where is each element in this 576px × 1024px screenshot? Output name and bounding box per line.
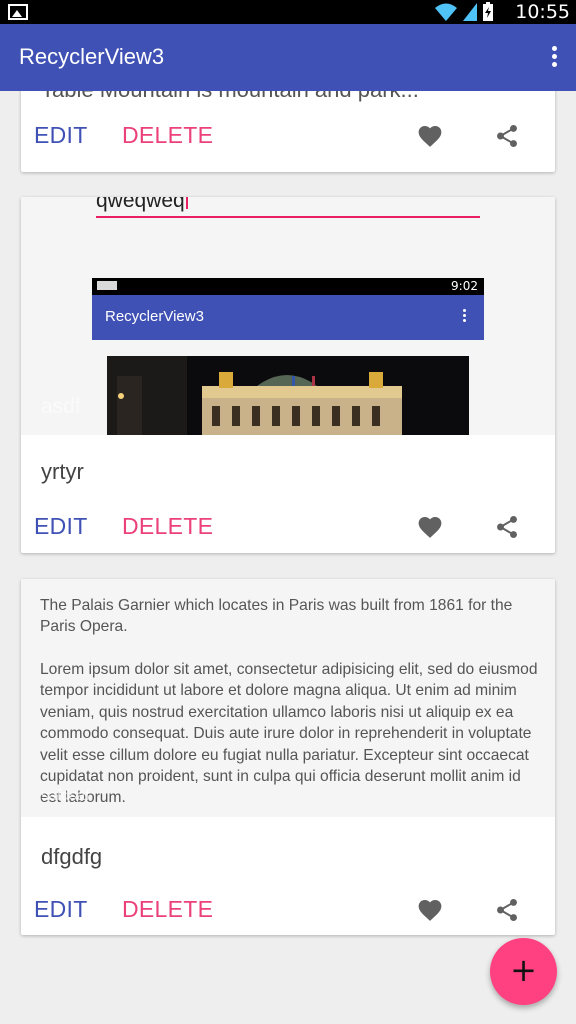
more-vert-icon <box>463 309 467 324</box>
card-actions: EDIT DELETE <box>21 886 555 935</box>
card-actions: EDIT DELETE <box>21 503 555 553</box>
signal-icon <box>463 3 477 21</box>
list-card: Table Mountain is mountain and park... E… <box>21 91 555 172</box>
embedded-screenshot: 9:02 RecyclerView3 <box>92 278 484 435</box>
list-card: qweqweq 9:02 RecyclerView3 asdf yrtyr ED… <box>21 197 555 553</box>
share-icon[interactable] <box>494 514 520 540</box>
heart-icon[interactable] <box>417 898 443 922</box>
card-title: yrtyr <box>41 459 84 484</box>
add-fab-button[interactable]: + <box>490 938 557 1005</box>
recycler-list[interactable]: Table Mountain is mountain and park... E… <box>0 91 576 1024</box>
add-icon: + <box>510 951 537 989</box>
wifi-icon <box>435 3 457 21</box>
delete-button[interactable]: DELETE <box>122 122 213 149</box>
card-text-image: The Palais Garnier which locates in Pari… <box>21 579 555 817</box>
status-bar: 10:55 <box>0 0 576 24</box>
heart-icon[interactable] <box>417 124 443 148</box>
app-bar: RecyclerView3 <box>0 24 576 91</box>
palais-garnier-photo <box>107 356 469 435</box>
delete-button[interactable]: DELETE <box>122 896 213 923</box>
card-actions: EDIT DELETE <box>21 112 555 162</box>
status-icons <box>434 2 494 22</box>
screenshot-app-bar: RecyclerView3 <box>92 295 484 340</box>
battery-icon <box>483 2 493 21</box>
gallery-notification-icon <box>8 4 28 20</box>
more-vert-icon[interactable] <box>550 46 558 68</box>
edit-button[interactable]: EDIT <box>34 896 88 923</box>
app-title: RecyclerView3 <box>19 44 165 69</box>
edit-button[interactable]: EDIT <box>34 513 88 540</box>
card-description: Table Mountain is mountain and park... <box>41 91 419 103</box>
screenshot-title: RecyclerView3 <box>105 308 204 325</box>
text-underline <box>96 216 480 218</box>
delete-button[interactable]: DELETE <box>122 513 213 540</box>
image-overlay-text: asdf <box>41 395 81 418</box>
list-card: The Palais Garnier which locates in Pari… <box>21 579 555 935</box>
share-icon[interactable] <box>494 897 520 923</box>
typed-text: qweqweq <box>96 197 188 213</box>
status-time: 10:55 <box>515 1 570 23</box>
screenshot-time: 9:02 <box>451 279 478 293</box>
card-image: qweqweq 9:02 RecyclerView3 asdf <box>21 197 555 435</box>
heart-icon[interactable] <box>417 515 443 539</box>
card-paragraph: Lorem ipsum dolor sit amet, consectetur … <box>40 661 538 807</box>
card-title: dfgdfg <box>41 844 103 869</box>
edit-button[interactable]: EDIT <box>34 122 88 149</box>
image-overlay-text: safdsaf <box>41 787 90 804</box>
screenshot-status-bar: 9:02 <box>92 278 484 295</box>
card-paragraph: The Palais Garnier which locates in Pari… <box>40 597 513 636</box>
share-icon[interactable] <box>494 123 520 149</box>
